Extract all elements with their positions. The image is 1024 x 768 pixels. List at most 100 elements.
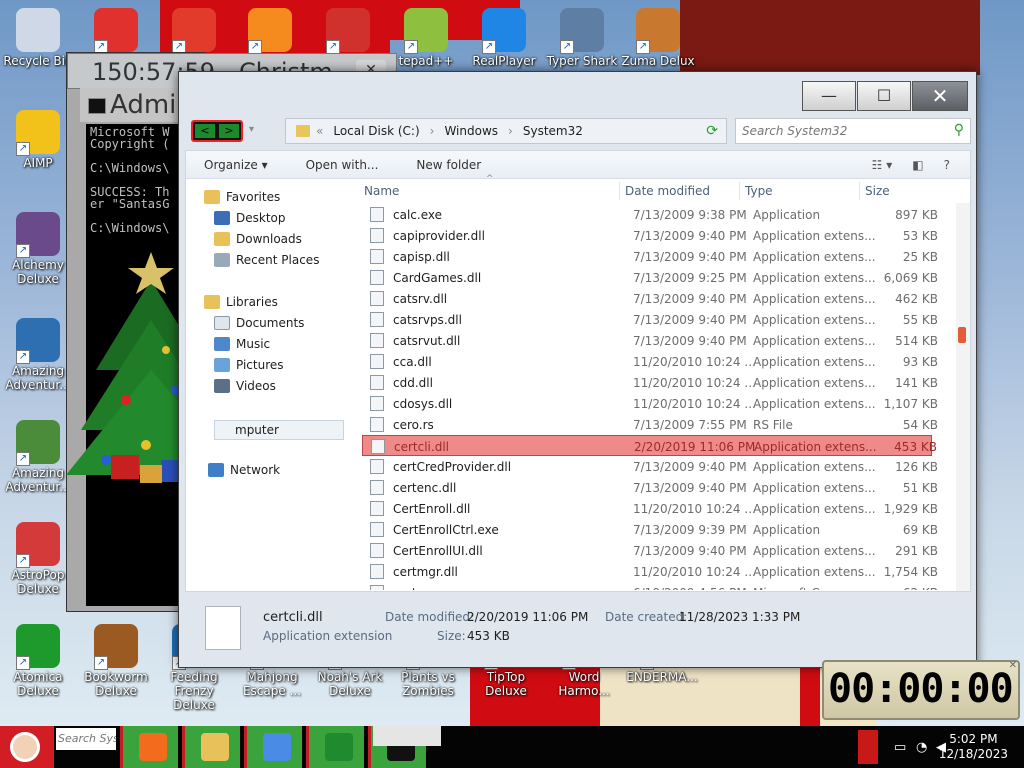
file-name: CertEnrollUI.dll (393, 544, 483, 558)
file-icon (370, 564, 384, 579)
wifi-tray-icon[interactable]: ◔ (916, 740, 927, 755)
nav-recent-places-label: Recent Places (236, 253, 320, 267)
nav-documents[interactable]: Documents (214, 316, 304, 330)
table-row[interactable]: cdd.dll 11/20/2010 10:24 ... Application e… (362, 372, 938, 393)
address-root-chevrons[interactable]: « (316, 124, 323, 138)
table-row[interactable]: cero.rs 7/13/2009 7:55 PM RS File 54 KB (362, 414, 938, 435)
maximize-button[interactable]: ☐ (857, 81, 911, 111)
network-tray-icon[interactable]: ▭ (894, 740, 906, 755)
table-row[interactable]: catsrv.dll 7/13/2009 9:40 PM Application e… (362, 288, 938, 309)
breadcrumb-local-disk[interactable]: Local Disk (C:) (333, 124, 419, 138)
details-size-value: 453 KB (467, 629, 510, 643)
clock[interactable]: 5:02 PM 12/18/2023 (939, 732, 1008, 762)
minimize-button[interactable]: — (802, 81, 856, 111)
view-options-icon[interactable]: ☷ ▾ (872, 158, 893, 172)
desktop-icon[interactable]: Bookworm Deluxe (78, 624, 154, 698)
desktop-icon[interactable]: RealPlayer (466, 8, 542, 68)
nav-pictures[interactable]: Pictures (214, 358, 284, 372)
column-divider[interactable] (619, 182, 620, 200)
table-row[interactable]: capisp.dll 7/13/2009 9:40 PM Application e… (362, 246, 938, 267)
taskbar-empty-button[interactable] (373, 726, 441, 746)
table-row[interactable]: CertEnrollUI.dll 7/13/2009 9:40 PM Applica… (362, 540, 938, 561)
table-row[interactable]: certmgr.dll 11/20/2010 10:24 ... Applicati… (362, 561, 938, 582)
column-header-date[interactable]: Date modified (625, 184, 710, 198)
desktop-icon[interactable]: AstroPop Deluxe (0, 522, 76, 596)
close-icon[interactable]: ✕ (1009, 660, 1017, 671)
taskbar-app-chrome[interactable] (244, 726, 302, 768)
forward-button[interactable]: > (219, 124, 239, 138)
desktop-icon (214, 211, 230, 225)
column-header-type[interactable]: Type (745, 184, 773, 198)
column-divider[interactable] (859, 182, 860, 200)
taskbar-app-explorer[interactable] (182, 726, 240, 768)
desktop-icon[interactable] (310, 8, 386, 54)
desktop-icon[interactable]: Recycle Bin (0, 8, 76, 68)
table-row[interactable]: capiprovider.dll 7/13/2009 9:40 PM Applica… (362, 225, 938, 246)
preview-pane-icon[interactable]: ◧ (912, 158, 923, 172)
nav-computer[interactable]: mputer (214, 420, 344, 440)
desktop-icon[interactable] (78, 8, 154, 54)
desktop-icon[interactable]: Typer Shark (544, 8, 620, 68)
table-row-selected[interactable]: certcli.dll 2/20/2019 11:06 PM Application… (362, 435, 937, 456)
desktop-icon[interactable] (232, 8, 308, 54)
table-row[interactable]: catsrvut.dll 7/13/2009 9:40 PM Application… (362, 330, 938, 351)
close-button[interactable]: ✕ (912, 81, 968, 111)
explorer-window[interactable]: — ☐ ✕ < > ▾ « Local Disk (C:) › Windows … (178, 71, 977, 668)
desktop-icon[interactable]: Atomica Deluxe (0, 624, 76, 698)
table-row[interactable]: certmgr.msc 6/10/2009 4:56 PM Microsoft Co… (362, 582, 938, 590)
start-button[interactable] (0, 726, 54, 768)
organize-button[interactable]: Organize ▾ (204, 158, 268, 172)
table-row[interactable]: cdosys.dll 11/20/2010 10:24 ... Applicatio… (362, 393, 938, 414)
desktop-icon[interactable]: AIMP (0, 110, 76, 170)
desktop-icon[interactable] (156, 8, 232, 54)
table-row[interactable]: CertEnrollCtrl.exe 7/13/2009 9:39 PM Appli… (362, 519, 938, 540)
vertical-scrollbar[interactable] (956, 203, 970, 591)
taskbar-search-input[interactable]: Search Syst (56, 728, 116, 750)
column-divider[interactable] (739, 182, 740, 200)
desktop-icon-label: Atomica Deluxe (13, 670, 63, 698)
search-input[interactable]: Search System32 ⚲ (735, 118, 971, 144)
column-header-size[interactable]: Size (865, 184, 890, 198)
nav-network[interactable]: Network (208, 463, 280, 477)
breadcrumb-separator[interactable]: › (508, 124, 513, 138)
taskbar-app-christmas-tree[interactable] (306, 726, 364, 768)
table-row[interactable]: certenc.dll 7/13/2009 9:40 PM Application … (362, 477, 938, 498)
nav-music[interactable]: Music (214, 337, 270, 351)
scrollbar-thumb[interactable] (958, 327, 966, 343)
nav-libraries[interactable]: Libraries (204, 295, 278, 309)
open-with-button[interactable]: Open with... (306, 158, 379, 172)
nav-favorites-label: Favorites (226, 190, 281, 204)
table-row[interactable]: certCredProvider.dll 7/13/2009 9:40 PM App… (362, 456, 938, 477)
desktop-icon[interactable]: tepad++ (388, 8, 464, 68)
refresh-icon[interactable]: ⟳ (706, 123, 718, 139)
nav-desktop[interactable]: Desktop (214, 211, 286, 225)
nav-videos[interactable]: Videos (214, 379, 276, 393)
table-row[interactable]: calc.exe 7/13/2009 9:38 PM Application 897 … (362, 204, 938, 225)
table-row[interactable]: CardGames.dll 7/13/2009 9:25 PM Applicatio… (362, 267, 938, 288)
file-size: 453 KB (894, 440, 937, 454)
breadcrumb-windows[interactable]: Windows (444, 124, 498, 138)
desktop-icon[interactable]: Zuma Delux (620, 8, 696, 68)
timer-widget[interactable]: 00:00:00 ✕ (822, 660, 1020, 720)
recent-pages-chevron-icon[interactable]: ▾ (249, 124, 254, 135)
back-button[interactable]: < (195, 124, 215, 138)
table-row[interactable]: CertEnroll.dll 11/20/2010 10:24 ... Applic… (362, 498, 938, 519)
file-date: 7/13/2009 9:40 PM (633, 292, 747, 306)
nav-downloads[interactable]: Downloads (214, 232, 302, 246)
address-bar[interactable]: « Local Disk (C:) › Windows › System32 ⟳ (285, 118, 727, 144)
new-folder-button[interactable]: New folder (416, 158, 481, 172)
nav-favorites[interactable]: Favorites (204, 190, 280, 204)
search-icon[interactable]: ⚲ (954, 122, 964, 138)
taskbar-app-firefox[interactable] (120, 726, 178, 768)
table-row[interactable]: cca.dll 11/20/2010 10:24 ... Application e… (362, 351, 938, 372)
file-list[interactable]: calc.exe 7/13/2009 9:38 PM Application 897 … (362, 204, 940, 590)
table-row[interactable]: catsrvps.dll 7/13/2009 9:40 PM Application… (362, 309, 938, 330)
help-icon[interactable]: ? (944, 158, 950, 172)
nav-recent-places[interactable]: Recent Places (214, 253, 319, 267)
breadcrumb-system32[interactable]: System32 (523, 124, 583, 138)
file-icon (370, 270, 384, 285)
column-header-name[interactable]: Name (364, 184, 399, 198)
file-size: 1,929 KB (883, 502, 938, 516)
action-center-flag-icon[interactable] (858, 730, 878, 764)
breadcrumb-separator[interactable]: › (430, 124, 435, 138)
